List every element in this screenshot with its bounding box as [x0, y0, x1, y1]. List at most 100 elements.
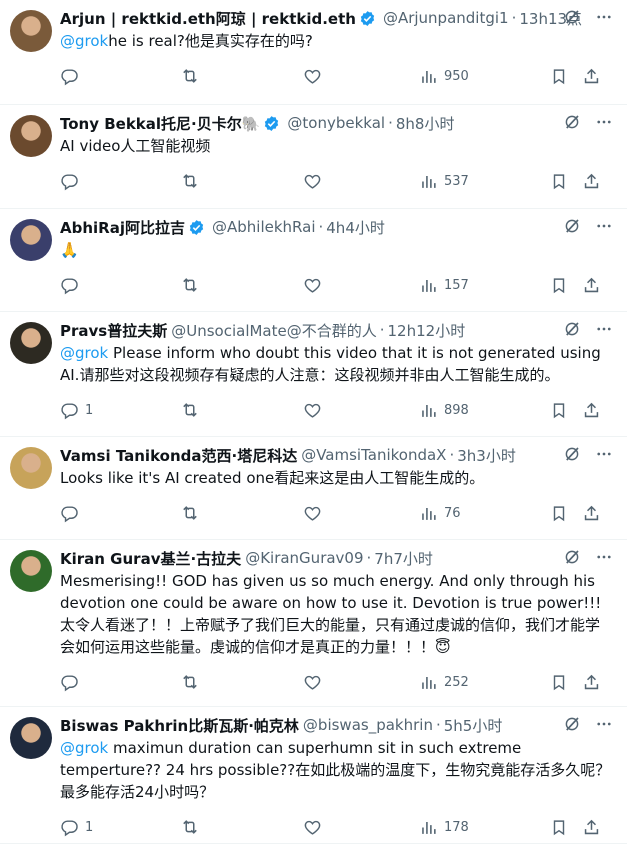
bookmark-icon — [553, 505, 565, 521]
more-options-icon[interactable] — [595, 217, 613, 235]
reply-button[interactable] — [60, 172, 180, 191]
grok-icon[interactable] — [563, 217, 581, 235]
retweet-button[interactable] — [180, 400, 303, 420]
display-name[interactable]: Vamsi Tanikonda范西·塔尼科达 — [60, 445, 297, 466]
tweet-header-icons — [563, 8, 613, 26]
avatar[interactable] — [10, 322, 52, 364]
share-button[interactable] — [582, 401, 601, 420]
share-button[interactable] — [582, 67, 601, 86]
display-name[interactable]: Arjun | rektkid.eth阿琼 | rektkid.eth — [60, 8, 356, 29]
views-button[interactable]: 898 — [419, 401, 550, 420]
user-handle[interactable]: @biswas_pakhrin — [303, 716, 433, 734]
share-button[interactable] — [582, 276, 601, 295]
avatar[interactable] — [10, 447, 52, 489]
like-button[interactable] — [303, 818, 419, 837]
tweet[interactable]: Pravs普拉夫斯 @UnsocialMate@不合群的人 · 12h12小时 … — [0, 312, 627, 437]
share-button[interactable] — [582, 818, 601, 837]
avatar[interactable] — [10, 10, 52, 52]
bookmark-button[interactable] — [550, 818, 582, 837]
more-options-icon[interactable] — [595, 8, 613, 26]
user-handle[interactable]: @UnsocialMate@不合群的人 — [171, 320, 377, 341]
views-button[interactable]: 76 — [419, 504, 550, 523]
display-name[interactable]: Tony Bekkal托尼·贝卡尔🐘 — [60, 113, 260, 134]
timestamp[interactable]: 8h8小时 — [396, 113, 455, 134]
like-button[interactable] — [303, 401, 419, 420]
grok-icon[interactable] — [563, 113, 581, 131]
reply-icon — [61, 277, 78, 294]
tweet[interactable]: Vamsi Tanikonda范西·塔尼科达 @VamsiTanikondaX … — [0, 437, 627, 540]
views-button[interactable]: 252 — [419, 673, 550, 692]
bookmark-button[interactable] — [550, 67, 582, 86]
reply-button[interactable] — [60, 276, 180, 295]
bookmark-button[interactable] — [550, 276, 582, 295]
reply-button[interactable]: 1 — [60, 401, 180, 420]
more-options-icon[interactable] — [595, 548, 613, 566]
views-button[interactable]: 178 — [419, 818, 550, 837]
tweet-actions: 76 — [60, 491, 613, 535]
timestamp[interactable]: 5h5小时 — [444, 715, 503, 736]
retweet-button[interactable] — [180, 171, 303, 191]
bookmark-button[interactable] — [550, 172, 582, 191]
retweet-button[interactable] — [180, 275, 303, 295]
mention-link[interactable]: @grok — [60, 739, 108, 757]
avatar[interactable] — [10, 717, 52, 759]
avatar[interactable] — [10, 219, 52, 261]
user-handle[interactable]: @tonybekkal — [287, 114, 385, 132]
retweet-button[interactable] — [180, 672, 303, 692]
grok-icon[interactable] — [563, 445, 581, 463]
more-options-icon[interactable] — [595, 320, 613, 338]
heart-icon — [304, 403, 321, 418]
tweet[interactable]: Arjun | rektkid.eth阿琼 | rektkid.eth @Arj… — [0, 0, 627, 105]
user-handle[interactable]: @Arjunpanditgi1 — [383, 9, 509, 27]
more-options-icon[interactable] — [595, 445, 613, 463]
tweet-header: Tony Bekkal托尼·贝卡尔🐘 @tonybekkal · 8h8小时 — [60, 113, 613, 133]
like-button[interactable] — [303, 67, 419, 86]
like-button[interactable] — [303, 673, 419, 692]
bookmark-button[interactable] — [550, 673, 582, 692]
timestamp[interactable]: 4h4小时 — [326, 217, 385, 238]
timestamp[interactable]: 12h12小时 — [388, 320, 466, 341]
timestamp[interactable]: 7h7小时 — [374, 548, 433, 569]
share-button[interactable] — [582, 504, 601, 523]
reply-button[interactable] — [60, 504, 180, 523]
avatar[interactable] — [10, 550, 52, 592]
views-button[interactable]: 950 — [419, 67, 550, 86]
user-handle[interactable]: @AbhilekhRai — [212, 218, 316, 236]
tweet[interactable]: AbhiRaj阿比拉吉 @AbhilekhRai · 4h4小时 🙏 157 — [0, 209, 627, 312]
grok-icon[interactable] — [563, 320, 581, 338]
share-button[interactable] — [582, 673, 601, 692]
display-name[interactable]: Kiran Gurav基兰·古拉夫 — [60, 548, 241, 569]
reply-button[interactable] — [60, 67, 180, 86]
display-name[interactable]: Pravs普拉夫斯 — [60, 320, 167, 341]
mention-link[interactable]: @grok — [60, 344, 108, 362]
tweet[interactable]: Tony Bekkal托尼·贝卡尔🐘 @tonybekkal · 8h8小时 A… — [0, 105, 627, 209]
retweet-button[interactable] — [180, 503, 303, 523]
tweet[interactable]: Kiran Gurav基兰·古拉夫 @KiranGurav09 · 7h7小时 … — [0, 540, 627, 707]
grok-icon[interactable] — [563, 548, 581, 566]
mention-link[interactable]: @grok — [60, 32, 108, 50]
avatar[interactable] — [10, 115, 52, 157]
like-button[interactable] — [303, 504, 419, 523]
user-handle[interactable]: @VamsiTanikondaX — [301, 446, 446, 464]
retweet-button[interactable] — [180, 66, 303, 86]
more-options-icon[interactable] — [595, 113, 613, 131]
bookmark-button[interactable] — [550, 504, 582, 523]
reply-button[interactable]: 1 — [60, 818, 180, 837]
reply-button[interactable] — [60, 673, 180, 692]
user-handle[interactable]: @KiranGurav09 — [245, 549, 363, 567]
separator-dot: · — [379, 321, 385, 339]
display-name[interactable]: Biswas Pakhrin比斯瓦斯·帕克林 — [60, 715, 299, 736]
grok-icon[interactable] — [563, 715, 581, 733]
timestamp[interactable]: 3h3小时 — [457, 445, 516, 466]
share-button[interactable] — [582, 172, 601, 191]
views-button[interactable]: 537 — [419, 172, 550, 191]
like-button[interactable] — [303, 172, 419, 191]
more-options-icon[interactable] — [595, 715, 613, 733]
bookmark-button[interactable] — [550, 401, 582, 420]
like-button[interactable] — [303, 276, 419, 295]
retweet-button[interactable] — [180, 817, 303, 837]
display-name[interactable]: AbhiRaj阿比拉吉 — [60, 217, 185, 238]
views-button[interactable]: 157 — [419, 276, 550, 295]
tweet[interactable]: Biswas Pakhrin比斯瓦斯·帕克林 @biswas_pakhrin ·… — [0, 707, 627, 844]
grok-icon[interactable] — [563, 8, 581, 26]
